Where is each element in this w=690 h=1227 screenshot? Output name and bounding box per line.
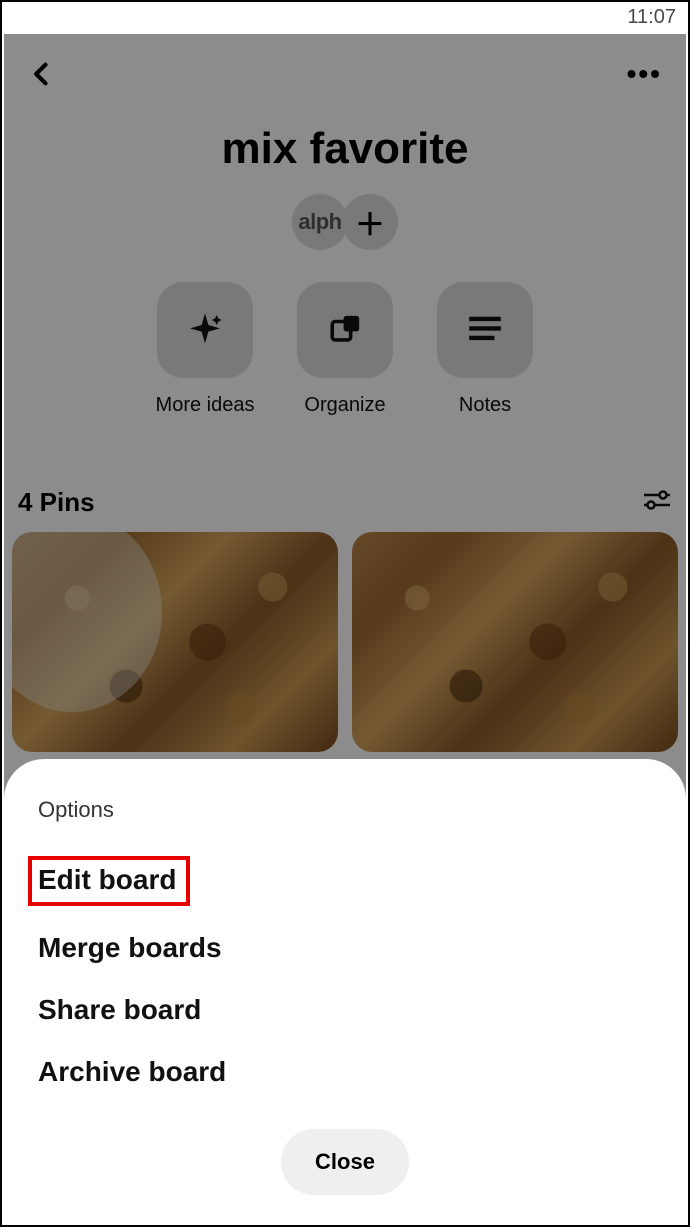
close-button[interactable]: Close	[281, 1129, 409, 1195]
options-bottom-sheet: Options Edit board Merge boards Share bo…	[4, 759, 686, 1223]
edit-board-option[interactable]: Edit board	[38, 845, 652, 917]
device-frame: 11:07 ••• mix favorite alph ＋	[0, 0, 690, 1227]
edit-board-label: Edit board	[28, 856, 190, 906]
app-area: ••• mix favorite alph ＋ More ideas	[4, 34, 686, 1223]
status-bar: 11:07	[2, 2, 688, 32]
archive-board-option[interactable]: Archive board	[38, 1041, 652, 1103]
status-time: 11:07	[627, 6, 676, 29]
merge-boards-option[interactable]: Merge boards	[38, 917, 652, 979]
share-board-option[interactable]: Share board	[38, 979, 652, 1041]
sheet-title: Options	[38, 797, 652, 823]
